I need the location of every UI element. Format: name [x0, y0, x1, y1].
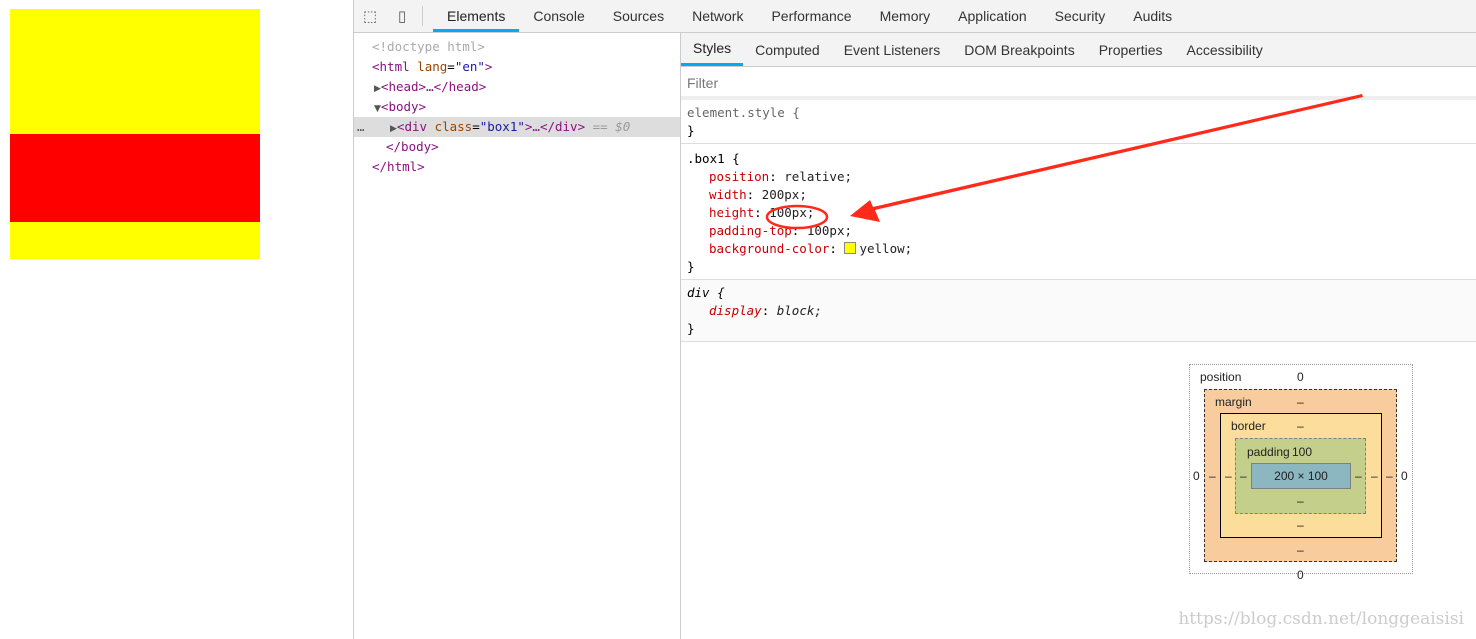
filter-input[interactable]: Filter [681, 67, 1476, 100]
subtab-computed[interactable]: Computed [743, 33, 832, 66]
red-overlay-band [10, 134, 260, 222]
prop-value: 100px; [769, 205, 815, 220]
prop-position[interactable]: position: relative; [687, 168, 1471, 186]
border-left: – [1225, 469, 1232, 483]
head-tag: <head>…</head> [380, 79, 487, 94]
attr-name: class [434, 119, 473, 134]
border-label: border [1231, 419, 1266, 433]
prop-width[interactable]: width: 200px; [687, 186, 1471, 204]
rule-element-style[interactable]: element.style { } [681, 100, 1476, 144]
box1-preview [10, 9, 260, 259]
devtools-toolbar: ⬚ ▯ Elements Console Sources Network Per… [354, 0, 1476, 33]
inspect-icon[interactable]: ⬚ [354, 0, 386, 32]
tab-console[interactable]: Console [519, 0, 598, 32]
tab-security[interactable]: Security [1041, 0, 1120, 32]
subtab-accessibility[interactable]: Accessibility [1175, 33, 1275, 66]
selector: div { [687, 285, 725, 300]
dom-doctype[interactable]: <!doctype html> [354, 37, 680, 57]
more-dots-icon[interactable]: … [357, 117, 365, 137]
prop-background-color[interactable]: background-color: yellow; [687, 240, 1471, 258]
selector: element.style { [687, 105, 800, 120]
padding-top: 100 [1292, 445, 1313, 459]
attr-value: "box1" [479, 119, 525, 134]
padding-bottom: – [1297, 494, 1304, 508]
prop-value: 200px; [761, 187, 807, 202]
prop-name: background-color [709, 241, 830, 256]
prop-height[interactable]: height: 100px; [687, 204, 1471, 222]
position-left: 0 [1193, 469, 1200, 483]
margin-left: – [1209, 469, 1216, 483]
border-right: – [1371, 469, 1378, 483]
padding-right: – [1355, 469, 1362, 483]
margin-right: – [1386, 469, 1393, 483]
expand-triangle-icon[interactable]: ▶ [374, 84, 381, 94]
padding-label: padding [1247, 445, 1290, 459]
dom-tree: <!doctype html> <html lang="en"> ▶<head>… [354, 33, 681, 639]
body-tag: <body> [380, 99, 427, 114]
subtab-properties[interactable]: Properties [1087, 33, 1175, 66]
prop-value: 100px; [806, 223, 853, 238]
collapse-triangle-icon[interactable]: ▼ [374, 104, 381, 114]
prop-name: height [709, 205, 755, 220]
position-label: position [1200, 370, 1242, 384]
rule-box1[interactable]: .box1 { position: relative; width: 200px… [681, 144, 1476, 280]
dom-html-close[interactable]: </html> [354, 157, 680, 177]
prop-name: width [709, 187, 747, 202]
tab-audits[interactable]: Audits [1119, 0, 1186, 32]
dom-body-close[interactable]: </body> [354, 137, 680, 157]
expand-triangle-icon[interactable]: ▶ [390, 124, 397, 134]
tab-sources[interactable]: Sources [599, 0, 678, 32]
tab-memory[interactable]: Memory [866, 0, 945, 32]
watermark: https://blog.csdn.net/longgeaisisi [1178, 609, 1464, 629]
subtab-styles[interactable]: Styles [681, 33, 744, 66]
selected-marker: == $0 [592, 119, 631, 134]
prop-name: display [709, 303, 762, 318]
styles-subtabs: Styles Computed Event Listeners DOM Brea… [681, 33, 1476, 67]
prop-value: relative; [784, 169, 853, 184]
position-bottom: 0 [1297, 568, 1304, 582]
dom-div-box1[interactable]: … ▶<div class="box1">…</div> == $0 [354, 117, 680, 137]
prop-name: padding-top [709, 223, 792, 238]
attr-name: lang [417, 59, 448, 74]
rule-user-agent-div[interactable]: div { display: block; } [681, 280, 1476, 342]
dom-head[interactable]: ▶<head>…</head> [354, 77, 680, 97]
tab-performance[interactable]: Performance [757, 0, 865, 32]
box-content[interactable]: 200 × 100 [1251, 463, 1351, 489]
subtab-event-listeners[interactable]: Event Listeners [832, 33, 953, 66]
color-swatch[interactable] [844, 242, 857, 254]
prop-value: block; [776, 303, 822, 318]
prop-name: position [709, 169, 770, 184]
div-tag: <div [396, 119, 428, 134]
tab-application[interactable]: Application [944, 0, 1041, 32]
tab-network[interactable]: Network [678, 0, 757, 32]
rule-close: } [687, 123, 695, 138]
div-close: >…</div> [524, 119, 586, 134]
margin-top: – [1297, 395, 1304, 409]
position-top: 0 [1297, 370, 1304, 384]
prop-display[interactable]: display: block; [687, 302, 1471, 320]
body-close-tag: </body> [386, 139, 439, 154]
dom-body[interactable]: ▼<body> [354, 97, 680, 117]
position-right: 0 [1401, 469, 1408, 483]
doctype-text: <!doctype html> [372, 39, 485, 54]
padding-left: – [1240, 469, 1247, 483]
prop-value: yellow; [859, 241, 913, 256]
html-tag: <html [372, 59, 410, 74]
rule-close: } [687, 259, 695, 274]
html-close-tag: </html> [372, 159, 425, 174]
prop-padding-top[interactable]: padding-top: 100px; [687, 222, 1471, 240]
border-top: – [1297, 419, 1304, 433]
margin-bottom: – [1297, 543, 1304, 557]
divider [422, 6, 423, 26]
selector: .box1 { [687, 151, 740, 166]
dom-html[interactable]: <html lang="en"> [354, 57, 680, 77]
page-viewport [0, 0, 354, 639]
subtab-dom-breakpoints[interactable]: DOM Breakpoints [952, 33, 1086, 66]
tab-elements[interactable]: Elements [433, 0, 520, 32]
margin-label: margin [1215, 395, 1252, 409]
border-bottom: – [1297, 518, 1304, 532]
attr-value: "en" [454, 59, 485, 74]
device-toggle-icon[interactable]: ▯ [386, 0, 418, 32]
rule-close: } [687, 321, 695, 336]
